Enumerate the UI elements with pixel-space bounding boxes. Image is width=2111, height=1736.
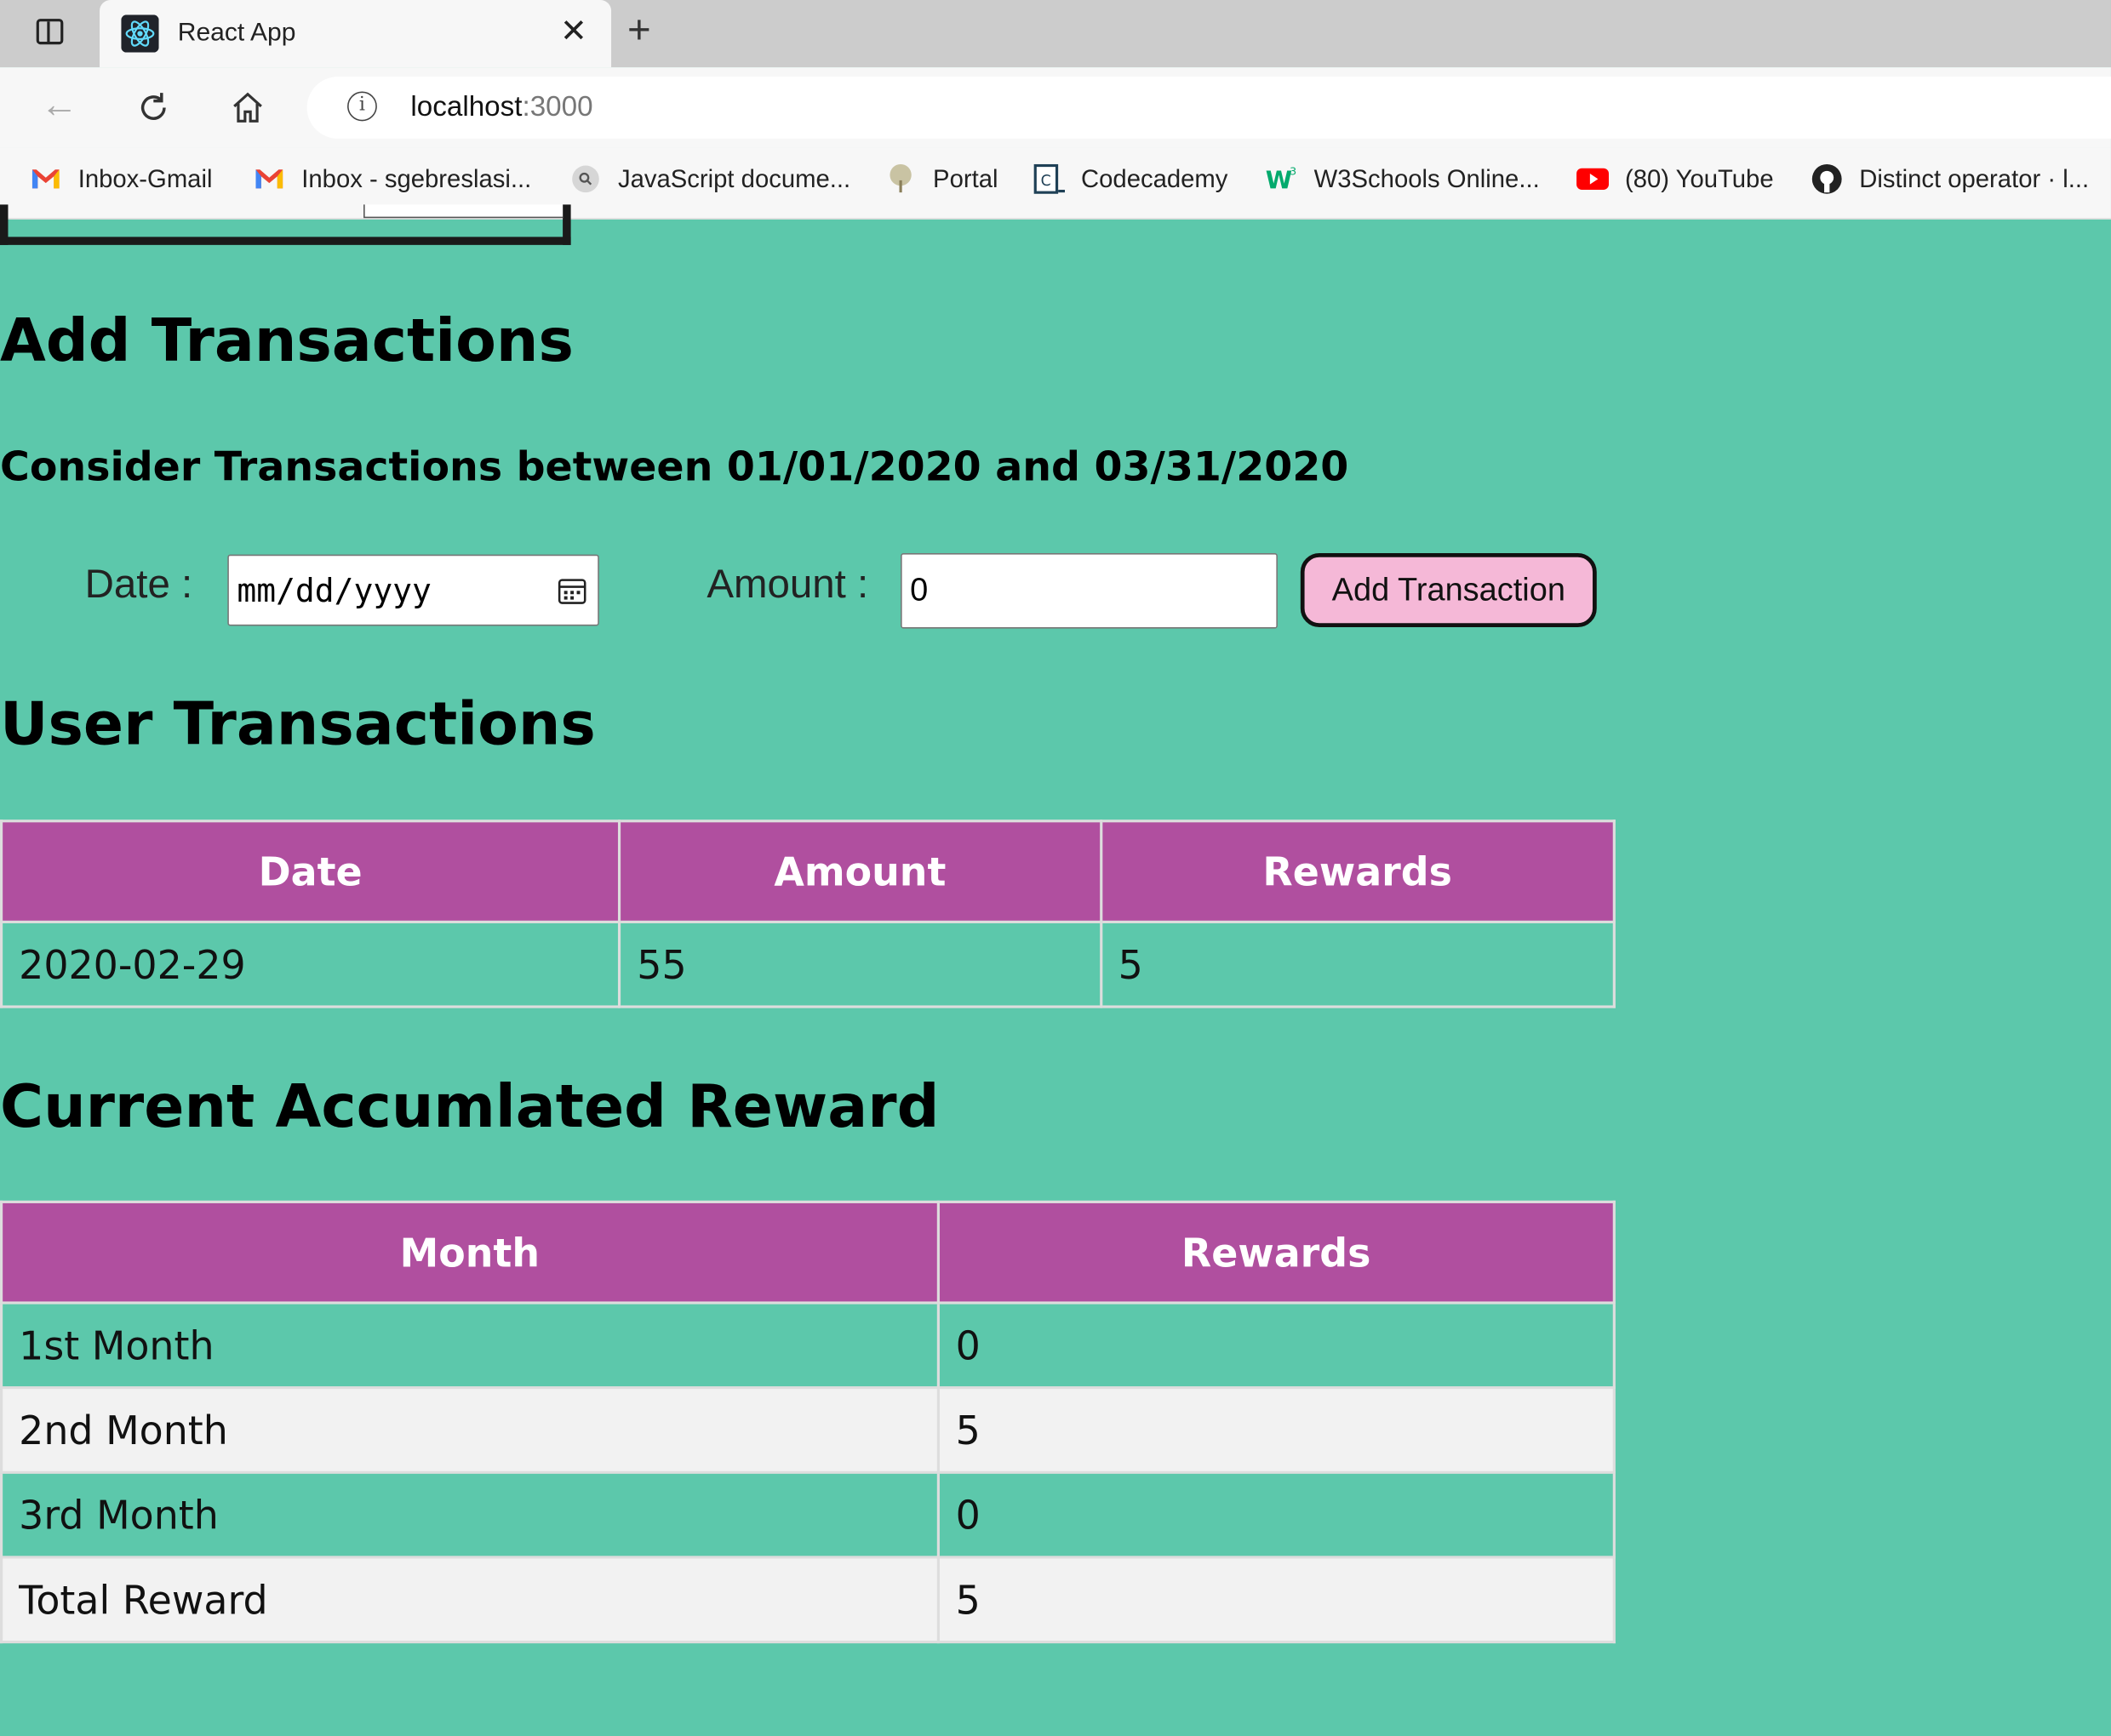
table-row: 2nd Month 5	[0, 1386, 1616, 1474]
user-select-dropdown[interactable]	[363, 204, 564, 219]
gmail-icon	[31, 169, 60, 189]
url-field[interactable]: i localhost:3000	[306, 77, 2111, 139]
user-select-box	[0, 204, 571, 245]
date-label: Date :	[84, 562, 193, 608]
svg-text:C: C	[1041, 173, 1051, 190]
tab-actions-icon[interactable]	[36, 19, 64, 45]
column-header-rewards: Rewards	[936, 1200, 1616, 1305]
reward-cell: 5	[936, 1386, 1616, 1474]
w3schools-icon: W3	[1266, 165, 1297, 195]
svg-text:3: 3	[1290, 165, 1296, 178]
reward-cell: 0	[936, 1301, 1616, 1390]
youtube-icon	[1576, 168, 1610, 191]
amount-label: Amount :	[707, 562, 869, 608]
bookmark-inbox-gmail[interactable]: Inbox-Gmail	[30, 163, 212, 195]
month-cell: 1st Month	[0, 1301, 940, 1390]
column-header-amount: Amount	[618, 819, 1102, 923]
bookmark-javascript-docs[interactable]: JavaScript docume...	[569, 163, 850, 195]
transaction-rewards-cell: 5	[1099, 920, 1616, 1008]
bookmark-inbox-sgebreslasi[interactable]: Inbox - sgebreslasi...	[253, 163, 531, 195]
bookmark-w3schools[interactable]: W3 W3Schools Online...	[1266, 163, 1540, 195]
bookmark-portal[interactable]: Portal	[884, 163, 998, 195]
tab-title: React App	[177, 19, 296, 48]
reload-icon[interactable]	[134, 89, 172, 126]
new-tab-icon[interactable]: +	[627, 8, 651, 54]
url-text: localhost:3000	[410, 91, 593, 123]
tab-bar: React App ✕ +	[0, 0, 2111, 68]
react-icon	[121, 14, 159, 53]
transaction-amount-cell: 55	[618, 920, 1102, 1008]
total-reward-label-cell: Total Reward	[0, 1556, 940, 1644]
month-cell: 2nd Month	[0, 1386, 940, 1474]
page-content: Add Transactions Consider Transactions b…	[0, 204, 2111, 1736]
rewards-table: Month Rewards 1st Month 0 2nd Month 5 3r…	[0, 1200, 1616, 1644]
close-tab-icon[interactable]: ✕	[560, 12, 587, 51]
tree-icon	[890, 163, 912, 193]
bookmark-youtube[interactable]: (80) YouTube	[1576, 163, 1774, 195]
column-header-date: Date	[0, 819, 621, 923]
github-icon	[1811, 163, 1842, 194]
tab-react-app[interactable]: React App ✕	[100, 0, 612, 68]
bookmark-distinct-operator[interactable]: Distinct operator · l...	[1811, 163, 2089, 195]
home-icon[interactable]	[229, 89, 266, 126]
column-header-rewards: Rewards	[1099, 819, 1616, 923]
codecademy-icon: C	[1033, 163, 1066, 194]
table-row: 2020-02-29 55 5	[0, 920, 1616, 1008]
user-transactions-title: User Transactions	[0, 690, 596, 760]
transactions-table: Date Amount Rewards 2020-02-29 55 5	[0, 819, 1616, 1008]
site-info-icon[interactable]: i	[347, 91, 377, 122]
bookmark-codecademy[interactable]: C Codecademy	[1033, 163, 1227, 195]
total-reward-value-cell: 5	[936, 1556, 1616, 1644]
gmail-icon	[255, 169, 283, 189]
table-header-row: Date Amount Rewards	[0, 819, 1616, 923]
add-transaction-button[interactable]: Add Transaction	[1300, 553, 1597, 628]
calendar-icon[interactable]	[558, 576, 587, 606]
search-globe-icon	[572, 165, 599, 193]
month-cell: 3rd Month	[0, 1470, 940, 1559]
column-header-month: Month	[0, 1200, 940, 1305]
table-header-row: Month Rewards	[0, 1200, 1616, 1305]
reward-cell: 0	[936, 1470, 1616, 1559]
back-arrow-icon[interactable]: ←	[40, 83, 77, 127]
svg-text:W: W	[1266, 166, 1292, 194]
date-range-subtitle: Consider Transactions between 01/01/2020…	[0, 443, 1349, 492]
transaction-date-cell: 2020-02-29	[0, 920, 621, 1008]
table-row: 1st Month 0	[0, 1301, 1616, 1390]
accumulated-reward-title: Current Accumlated Reward	[0, 1072, 940, 1142]
add-transactions-title: Add Transactions	[0, 306, 574, 376]
amount-input[interactable]: 0	[901, 553, 1278, 629]
table-row: Total Reward 5	[0, 1556, 1616, 1644]
date-input[interactable]: mm/dd/yyyy	[227, 554, 599, 626]
table-row: 3rd Month 0	[0, 1470, 1616, 1559]
